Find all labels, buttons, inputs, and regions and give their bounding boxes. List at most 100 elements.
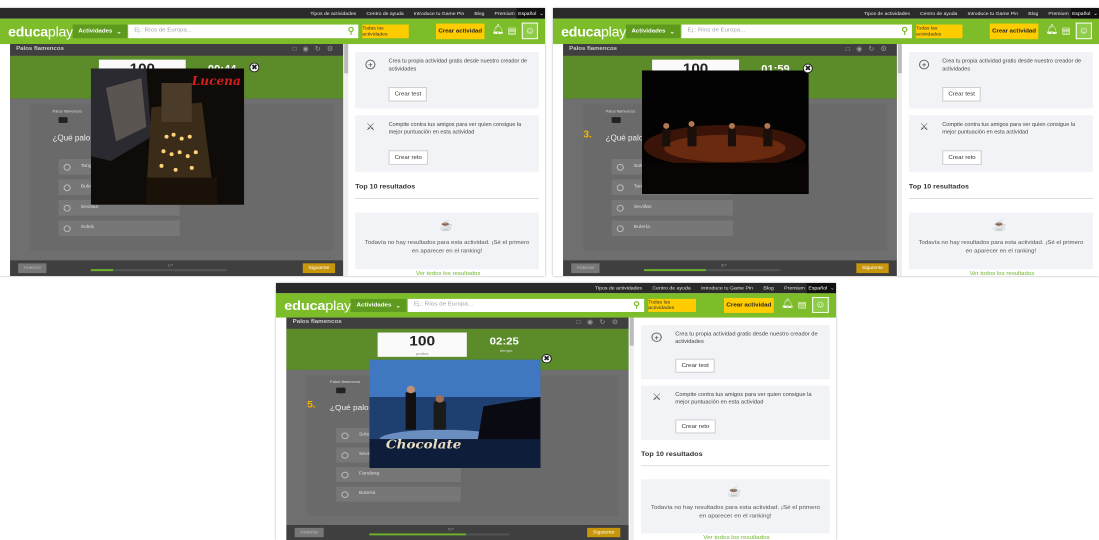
- top-link[interactable]: Introduce tu Game Pin: [414, 10, 464, 16]
- answer-option[interactable]: Fandang: [336, 467, 461, 483]
- next-button[interactable]: Siguiente: [587, 527, 621, 538]
- top-link[interactable]: Tipos de actividades: [310, 10, 356, 16]
- create-card: + Crea tu propia actividad gratis desde …: [908, 51, 1093, 109]
- language-selector[interactable]: Español ⌄: [1070, 8, 1099, 19]
- search-placeholder: Ej.: Ríos de Europa...: [687, 27, 746, 34]
- top-link[interactable]: Blog: [474, 10, 484, 16]
- top-link[interactable]: Centro de ayuda: [652, 285, 690, 291]
- search-input[interactable]: Ej.: Ríos de Europa... ⚲: [407, 298, 645, 312]
- scrollbar[interactable]: [629, 317, 634, 540]
- scrollbar-thumb[interactable]: [344, 44, 349, 74]
- language-selector[interactable]: Español ⌄: [806, 283, 836, 294]
- close-icon[interactable]: ✖: [249, 62, 260, 73]
- create-challenge-button[interactable]: Crear reto: [675, 419, 716, 434]
- close-icon[interactable]: ✖: [541, 354, 552, 364]
- top-link[interactable]: Introduce tu Game Pin: [967, 10, 1018, 16]
- top-link[interactable]: Introduce tu Game Pin: [701, 285, 753, 291]
- top-link[interactable]: Tipos de actividades: [864, 10, 910, 16]
- video-modal[interactable]: Lucena: [90, 68, 245, 205]
- top-link[interactable]: Centro de ayuda: [366, 10, 403, 16]
- educaplay-logo[interactable]: educaplay: [284, 298, 351, 313]
- video-modal[interactable]: Chocolate: [369, 359, 541, 469]
- activities-dropdown[interactable]: Actividades ⌄: [72, 24, 128, 39]
- top-link[interactable]: Premium: [1048, 10, 1068, 16]
- scrollbar-thumb[interactable]: [629, 317, 634, 346]
- create-activity-button[interactable]: Crear actividad: [989, 23, 1039, 40]
- scrollbar[interactable]: [344, 44, 349, 276]
- top-link[interactable]: Blog: [1028, 10, 1038, 16]
- user-avatar-icon[interactable]: ☺: [521, 22, 538, 40]
- previous-button[interactable]: Anterior: [18, 263, 47, 274]
- progress-bar: [90, 269, 228, 272]
- video-modal[interactable]: [641, 70, 809, 195]
- user-avatar-icon[interactable]: ☺: [812, 297, 829, 313]
- see-all-results-link[interactable]: Ver todos los resultados: [703, 535, 769, 540]
- educaplay-logo[interactable]: educaplay: [561, 24, 626, 40]
- chevron-down-icon: ⌄: [116, 28, 122, 35]
- see-all-results-link[interactable]: Ver todos los resultados: [970, 271, 1035, 276]
- game-toolbar-icons[interactable]: □◉↻⚙: [292, 45, 339, 53]
- radio-icon: [63, 163, 71, 171]
- answer-option[interactable]: Bulería: [611, 220, 733, 237]
- all-activities-button[interactable]: Todas las actividades: [915, 24, 963, 39]
- educaplay-logo[interactable]: educaplay: [8, 24, 73, 40]
- create-test-button[interactable]: Crear test: [675, 358, 716, 373]
- top-link[interactable]: Premium: [784, 285, 805, 291]
- next-button[interactable]: Siguiente: [302, 263, 336, 274]
- bell-icon[interactable]: 🔔︎: [1045, 25, 1058, 36]
- close-icon[interactable]: ✖: [802, 63, 813, 74]
- bell-icon[interactable]: 🔔︎: [492, 25, 505, 36]
- top-link[interactable]: Centro de ayuda: [920, 10, 957, 16]
- news-icon[interactable]: ▤: [1062, 26, 1071, 37]
- game-title: Palos flamencos: [16, 46, 64, 52]
- all-activities-button[interactable]: Todas las actividades: [648, 298, 696, 312]
- radio-icon: [616, 225, 624, 233]
- bell-icon[interactable]: 🔔︎: [781, 299, 794, 309]
- main-navbar: educaplay Actividades ⌄ Ej.: Ríos de Euro…: [553, 18, 1099, 45]
- answer-option[interactable]: Sevillan: [611, 199, 733, 216]
- previous-button[interactable]: Anterior: [294, 527, 324, 538]
- all-activities-button[interactable]: Todas las actividades: [362, 24, 409, 39]
- create-activity-button[interactable]: Crear actividad: [724, 297, 774, 313]
- language-selector[interactable]: Español ⌄: [516, 8, 545, 19]
- create-challenge-button[interactable]: Crear reto: [942, 150, 982, 165]
- video-camera-icon[interactable]: [611, 117, 621, 123]
- game-toolbar-icons[interactable]: □◉↻⚙: [576, 319, 624, 326]
- news-icon[interactable]: ▤: [508, 26, 517, 37]
- search-icon[interactable]: ⚲: [633, 300, 640, 310]
- see-all-results-link[interactable]: Ver todos los resultados: [416, 271, 481, 276]
- no-results-text: Todavía no hay resultados para esta acti…: [650, 505, 820, 520]
- game-toolbar-icons[interactable]: □◉↻⚙: [846, 45, 893, 53]
- answer-option[interactable]: Bulería: [336, 486, 461, 502]
- search-icon[interactable]: ⚲: [348, 26, 355, 37]
- progress-fill: [90, 269, 113, 272]
- activities-dropdown[interactable]: Actividades ⌄: [625, 24, 681, 39]
- score-label: puntos: [415, 351, 429, 356]
- top-link[interactable]: Blog: [763, 285, 773, 291]
- news-icon[interactable]: ▤: [798, 300, 807, 310]
- activities-dropdown[interactable]: Actividades ⌄: [350, 298, 407, 312]
- scrollbar-thumb[interactable]: [897, 44, 902, 74]
- top-link[interactable]: Premium: [495, 10, 515, 16]
- no-results-text: Todavía no hay resultados para esta acti…: [918, 239, 1084, 255]
- answer-option[interactable]: Soleá: [58, 220, 180, 237]
- video-camera-icon[interactable]: [58, 117, 68, 123]
- create-challenge-button[interactable]: Crear reto: [388, 150, 428, 165]
- scrollbar[interactable]: [897, 44, 902, 276]
- search-placeholder: Ej.: Ríos de Europa...: [134, 27, 192, 34]
- score-value: 100: [409, 333, 436, 350]
- create-test-button[interactable]: Crear test: [388, 86, 428, 102]
- top-link[interactable]: Tipos de actividades: [595, 285, 642, 291]
- previous-button[interactable]: Anterior: [571, 263, 600, 274]
- create-activity-button[interactable]: Crear actividad: [436, 23, 485, 40]
- swords-icon: ⚔: [651, 392, 662, 403]
- next-button[interactable]: Siguiente: [856, 263, 889, 274]
- browser-page: Tipos de actividades Centro de ayuda Intro…: [276, 283, 836, 540]
- search-input[interactable]: Ej.: Ríos de Europa... ⚲: [128, 24, 359, 39]
- video-camera-icon[interactable]: [336, 387, 346, 394]
- user-avatar-icon[interactable]: ☺: [1075, 22, 1092, 40]
- search-icon[interactable]: ⚲: [901, 26, 908, 37]
- game-footer: Anterior 3/7 Siguiente: [563, 260, 897, 276]
- search-input[interactable]: Ej.: Ríos de Europa... ⚲: [681, 24, 912, 39]
- create-test-button[interactable]: Crear test: [942, 86, 982, 102]
